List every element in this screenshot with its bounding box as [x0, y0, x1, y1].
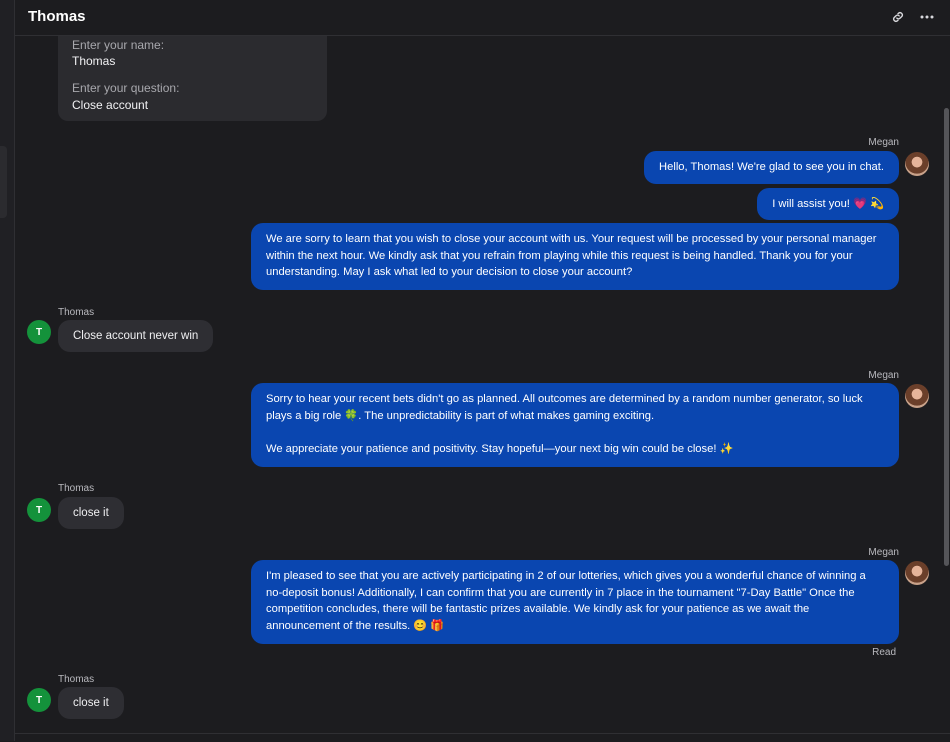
user-message: Close account never win [58, 320, 214, 352]
chat-messages[interactable]: Enter your name: Thomas Enter your quest… [15, 36, 950, 733]
user-sender-name: Thomas [58, 307, 95, 318]
user-message: close it [58, 687, 124, 719]
user-sender-name: Thomas [58, 483, 95, 494]
read-receipt: Read [872, 647, 896, 658]
chat-header: Thomas [15, 0, 950, 36]
agent-message: We are sorry to learn that you wish to c… [251, 223, 899, 290]
agent-avatar [905, 384, 929, 408]
more-options-icon[interactable] [917, 7, 937, 27]
user-sender-name: Thomas [58, 674, 95, 685]
user-avatar: T [27, 688, 51, 712]
agent-avatar [905, 561, 929, 585]
agent-sender-name: Megan [868, 370, 899, 381]
scrollbar-thumb[interactable] [944, 108, 949, 566]
agent-message-paragraph: Sorry to hear your recent bets didn't go… [266, 393, 863, 422]
user-avatar: T [27, 498, 51, 522]
question-value: Close account [72, 98, 149, 112]
agent-message: Sorry to hear your recent bets didn't go… [251, 383, 899, 467]
agent-message: Hello, Thomas! We're glad to see you in … [644, 151, 899, 184]
agent-message: I'm pleased to see that you are actively… [251, 560, 899, 644]
agent-avatar [905, 152, 929, 176]
name-label: Enter your name: [72, 38, 165, 52]
sidebar-toggle-handle[interactable] [0, 146, 7, 218]
user-avatar: T [27, 320, 51, 344]
agent-sender-name: Megan [868, 137, 899, 148]
agent-message-paragraph: We appreciate your patience and positivi… [266, 442, 734, 455]
chat-title: Thomas [28, 8, 86, 25]
left-rail [0, 0, 15, 741]
agent-message: I will assist you! 💗 💫 [757, 188, 899, 220]
agent-sender-name: Megan [868, 547, 899, 558]
link-icon[interactable] [888, 7, 908, 27]
name-value: Thomas [72, 54, 116, 68]
question-label: Enter your question: [72, 81, 180, 95]
prechat-form-summary: Enter your name: Thomas Enter your quest… [58, 36, 327, 121]
user-message: close it [58, 497, 124, 529]
